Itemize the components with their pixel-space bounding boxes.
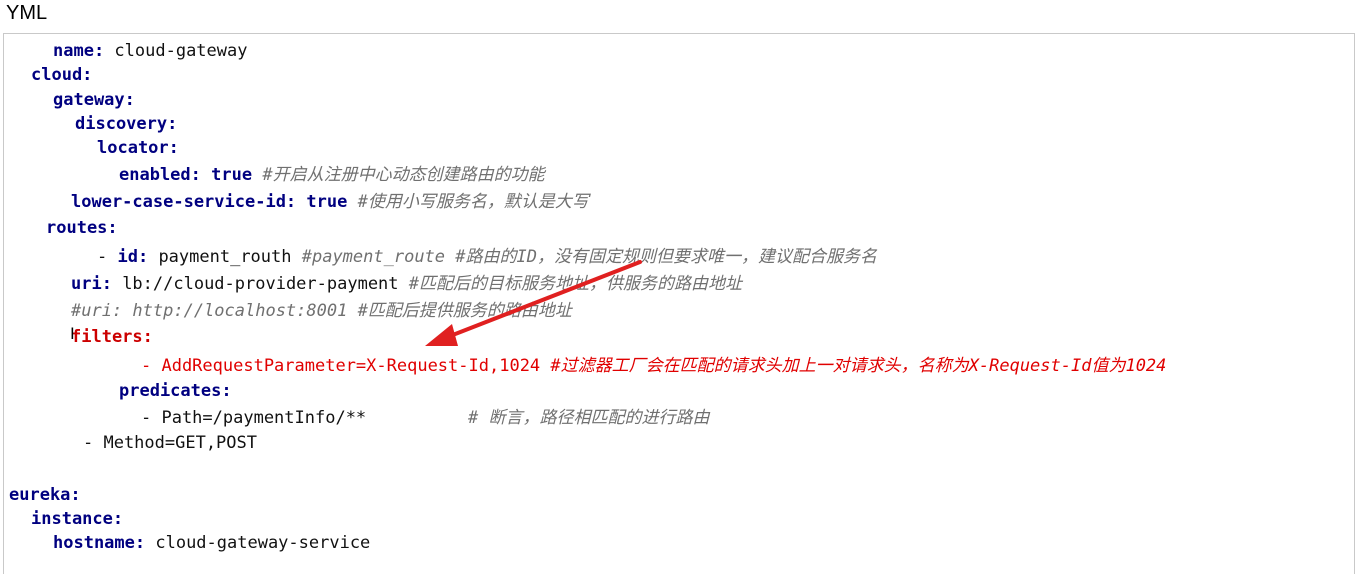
code-line-gateway: gateway: [53, 89, 135, 111]
yaml-key: filters: [71, 327, 153, 347]
yaml-key: predicates: [119, 381, 232, 401]
yaml-key: routes: [46, 218, 118, 238]
yaml-key: hostname: [53, 533, 146, 553]
code-line-eureka: eureka: [9, 484, 81, 506]
code-line-method: - Method=GET,POST [83, 432, 257, 454]
code-line-uri: uri: lb://cloud-provider-payment #匹配后的目标… [71, 273, 742, 295]
code-line-hostname: hostname: cloud-gateway-service [53, 532, 370, 554]
yaml-key: instance: [31, 509, 124, 529]
yaml-key: gateway: [53, 90, 135, 110]
yaml-comment: #uri: http://localhost:8001 #匹配后提供服务的路由地… [71, 301, 572, 321]
yaml-key: eureka: [9, 485, 81, 505]
code-line-filters: filters: [71, 326, 153, 348]
yaml-value: cloud-gateway-service [145, 533, 371, 553]
yaml-comment: #使用小写服务名，默认是大写 [347, 192, 589, 212]
code-line-predicates: predicates: [119, 380, 232, 402]
yaml-key: discovery: [75, 114, 178, 134]
code-line-cloud: cloud: [31, 64, 92, 86]
code-line-add-request-parameter: - AddRequestParameter=X-Request-Id,1024 … [141, 355, 1166, 377]
yaml-value: lb://cloud-provider-payment [111, 274, 399, 294]
yaml-value: cloud-gateway [104, 41, 248, 61]
code-line-lower-case: lower-case-service-id: true #使用小写服务名，默认是… [71, 191, 589, 213]
yaml-key: locator: [97, 138, 179, 158]
yaml-bool: true [211, 165, 253, 185]
yaml-dash: - [97, 247, 118, 267]
yaml-key: lower-case-service-id: [71, 192, 297, 212]
yaml-value: - Method=GET,POST [83, 433, 257, 453]
yaml-key: cloud: [31, 65, 93, 85]
yaml-key: uri: [71, 274, 112, 294]
yaml-bool: true [306, 192, 348, 212]
yaml-value: - Path=/paymentInfo/** [141, 408, 367, 428]
yaml-comment: #开启从注册中心动态创建路由的功能 [252, 165, 545, 185]
code-line-path: - Path=/paymentInfo/** [141, 407, 366, 429]
text-cursor-icon: I [70, 324, 75, 343]
code-line-discovery: discovery: [75, 113, 177, 135]
code-line-locator: locator: [97, 137, 179, 159]
yaml-comment: #匹配后的目标服务地址，供服务的路由地址 [398, 274, 743, 294]
yaml-comment: #过滤器工厂会在匹配的请求头加上一对请求头，名称为X-Request-Id值为1… [540, 356, 1167, 376]
yaml-comment: #payment_route #路由的ID，没有固定规则但要求唯一，建议配合服务… [291, 247, 877, 267]
code-line-uri-commented: #uri: http://localhost:8001 #匹配后提供服务的路由地… [71, 300, 572, 322]
code-line-enabled: enabled: true #开启从注册中心动态创建路由的功能 [119, 164, 545, 186]
yaml-key: enabled: [119, 165, 201, 185]
code-line-instance: instance: [31, 508, 123, 530]
yaml-comment: # 断言，路径相匹配的进行路由 [468, 408, 710, 428]
code-line-id: - id: payment_routh #payment_route #路由的I… [97, 246, 877, 268]
window-title: YML [6, 2, 48, 24]
yaml-key: name: [53, 41, 105, 61]
yaml-key: id: [117, 247, 149, 267]
yaml-value: - AddRequestParameter=X-Request-Id,1024 [141, 356, 541, 376]
code-line-routes: routes: [46, 217, 118, 239]
code-comment-path: # 断言，路径相匹配的进行路由 [468, 407, 709, 429]
code-line-name: name: cloud-gateway [53, 40, 247, 62]
yaml-value: payment_routh [148, 247, 292, 267]
